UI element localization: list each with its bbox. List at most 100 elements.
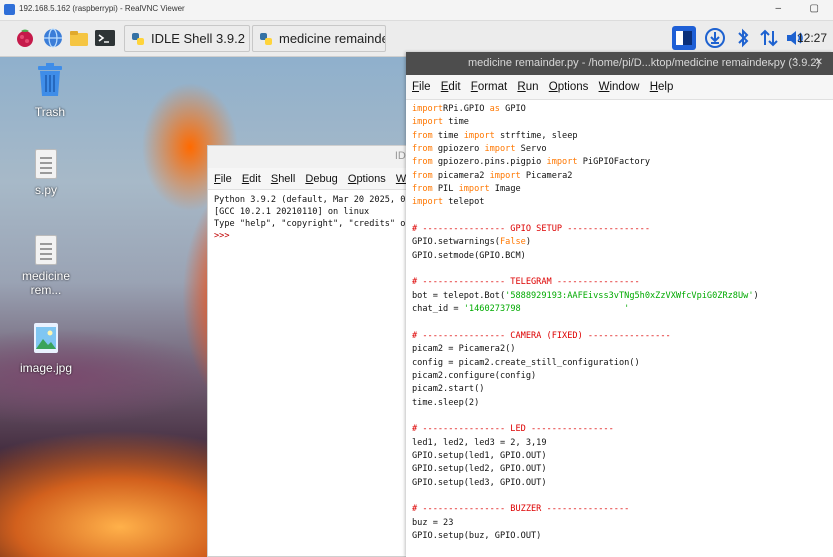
code-token: # ---------------- CAMERA (FIXED) ------… xyxy=(412,330,671,341)
code-token: import xyxy=(484,144,516,155)
shell-output[interactable]: Python 3.9.2 (default, Mar 20 2025, 0 [GC… xyxy=(208,190,416,242)
network-arrows-icon[interactable] xyxy=(758,27,780,49)
code-token: GPIO.setup(led3, GPIO.OUT) xyxy=(412,477,547,488)
terminal-icon[interactable] xyxy=(94,27,116,49)
task-medicine-remainder[interactable]: medicine remainder.p... xyxy=(252,25,386,52)
code-line: from time import strftime, sleep xyxy=(412,130,833,143)
code-token: picam2.start() xyxy=(412,384,485,395)
shell-menu-options[interactable]: Options xyxy=(348,168,386,189)
code-token: import xyxy=(412,104,444,114)
code-line: config = picam2.create_still_configurati… xyxy=(412,357,833,370)
code-token: import xyxy=(458,184,490,195)
code-line: from picamera2 import Picamera2 xyxy=(412,170,833,183)
editor-title-bar[interactable]: medicine remainder.py - /home/pi/D...kto… xyxy=(406,52,833,75)
code-token: telepot xyxy=(443,197,485,208)
code-line: # ---------------- CAMERA (FIXED) ------… xyxy=(412,330,833,343)
code-token: import xyxy=(463,130,495,141)
code-line: from gpiozero.pins.pigpio import PiGPIOF… xyxy=(412,156,833,169)
desktop-icon-label: Trash xyxy=(34,105,66,119)
code-line: # ---------------- LED ---------------- xyxy=(412,423,833,436)
task-medicine-remainder-label: medicine remainder.p... xyxy=(279,31,385,46)
editor-menu-format[interactable]: Format xyxy=(471,75,507,100)
code-line: buz = 23 xyxy=(412,517,833,530)
code-token: ) xyxy=(753,290,759,301)
editor-menu-options[interactable]: Options xyxy=(549,75,589,100)
code-token: buz = 23 xyxy=(412,517,454,528)
code-token: import xyxy=(489,170,521,181)
code-token: from xyxy=(412,130,433,141)
desktop-icon-image-jpg[interactable]: image.jpg xyxy=(6,323,86,375)
editor-window: medicine remainder.py - /home/pi/D...kto… xyxy=(406,52,833,557)
code-line: from PIL import Image xyxy=(412,183,833,196)
code-token: Image xyxy=(489,184,521,195)
desktop-icon-trash[interactable]: Trash xyxy=(10,63,90,119)
code-token: GPIO.setup(led2, GPIO.OUT) xyxy=(412,464,547,475)
update-download-icon[interactable] xyxy=(704,27,726,49)
shell-menu-shell[interactable]: Shell xyxy=(271,168,295,189)
clock: 12:27 xyxy=(796,31,827,45)
task-idle-shell-label: IDLE Shell 3.9.2 xyxy=(151,31,245,46)
desktop-icon-medicine-rem[interactable]: medicine rem... xyxy=(6,235,86,297)
code-token: # ---------------- BUZZER --------------… xyxy=(412,504,630,515)
code-token: from xyxy=(412,184,433,195)
desktop-icon-label: medicine rem... xyxy=(21,269,71,297)
code-token: PIL xyxy=(432,184,459,195)
text-file-icon xyxy=(35,149,57,179)
text-file-icon xyxy=(35,235,57,265)
python-icon xyxy=(260,33,272,45)
vnc-minimize-button[interactable]: – xyxy=(775,3,781,14)
editor-menu-file[interactable]: File xyxy=(412,75,431,100)
task-idle-shell[interactable]: IDLE Shell 3.9.2 xyxy=(124,25,250,52)
code-token: False xyxy=(499,237,526,248)
code-token: config = picam2.create_still_configurati… xyxy=(412,357,640,368)
vnc-server-icon[interactable] xyxy=(672,26,696,50)
code-token: time.sleep(2) xyxy=(412,397,480,408)
shell-menu-debug[interactable]: Debug xyxy=(305,168,337,189)
vnc-restore-button[interactable]: ▢ xyxy=(810,3,819,14)
code-token: picamera2 xyxy=(432,170,490,181)
code-token: as xyxy=(489,104,500,114)
code-token: GPIO xyxy=(499,104,526,114)
shell-menu-file[interactable]: File xyxy=(214,168,232,189)
code-token: # ---------------- TELEGRAM ------------… xyxy=(412,277,640,288)
code-token: picam2 = Picamera2() xyxy=(412,344,516,355)
bluetooth-icon[interactable] xyxy=(732,27,754,49)
web-browser-icon[interactable] xyxy=(42,27,64,49)
file-manager-icon[interactable] xyxy=(68,27,90,49)
editor-menu-run[interactable]: Run xyxy=(517,75,538,100)
vnc-title-bar: 192.168.5.162 (raspberrypi) - RealVNC Vi… xyxy=(0,0,833,21)
code-line: GPIO.setup(led2, GPIO.OUT) xyxy=(412,463,833,476)
code-line: # ---------------- BUZZER --------------… xyxy=(412,503,833,516)
idle-shell-title-bar[interactable]: IDL xyxy=(208,146,416,168)
code-token: time xyxy=(443,117,469,128)
editor-menu-help[interactable]: Help xyxy=(650,75,674,100)
code-line: led1, led2, led3 = 2, 3,19 xyxy=(412,437,833,450)
code-line: chat_id = '1460273798 ' xyxy=(412,303,833,316)
code-line: GPIO.setup(buz, GPIO.OUT) xyxy=(412,530,833,543)
code-token: import xyxy=(412,197,444,208)
code-line: time.sleep(2) xyxy=(412,397,833,410)
code-token: gpiozero xyxy=(432,144,485,155)
window-controls[interactable]: ⌄ ⌃ ✕ xyxy=(768,57,830,68)
desktop-icon-s-py[interactable]: s.py xyxy=(6,149,86,197)
vnc-window-title: 192.168.5.162 (raspberrypi) - RealVNC Vi… xyxy=(19,4,185,13)
editor-menu-window[interactable]: Window xyxy=(599,75,640,100)
editor-menu-edit[interactable]: Edit xyxy=(441,75,461,100)
code-token: import xyxy=(412,117,444,128)
code-token: led1, led2, led3 = 2, 3,19 xyxy=(412,437,547,448)
code-line: GPIO.setmode(GPIO.BCM) xyxy=(412,250,833,263)
editor-menu-bar: File Edit Format Run Options Window Help xyxy=(406,75,833,100)
raspberry-menu-icon[interactable] xyxy=(14,27,36,49)
shell-line: Type "help", "copyright", "credits" o xyxy=(214,219,406,229)
code-line: GPIO.setwarnings(False) xyxy=(412,236,833,249)
code-token: bot = telepot.Bot( xyxy=(412,290,506,301)
shell-prompt: >>> xyxy=(214,231,230,241)
shell-menu-edit[interactable]: Edit xyxy=(242,168,261,189)
code-editor-area[interactable]: importRPi.GPIO as GPIO import time from ti… xyxy=(406,100,833,543)
